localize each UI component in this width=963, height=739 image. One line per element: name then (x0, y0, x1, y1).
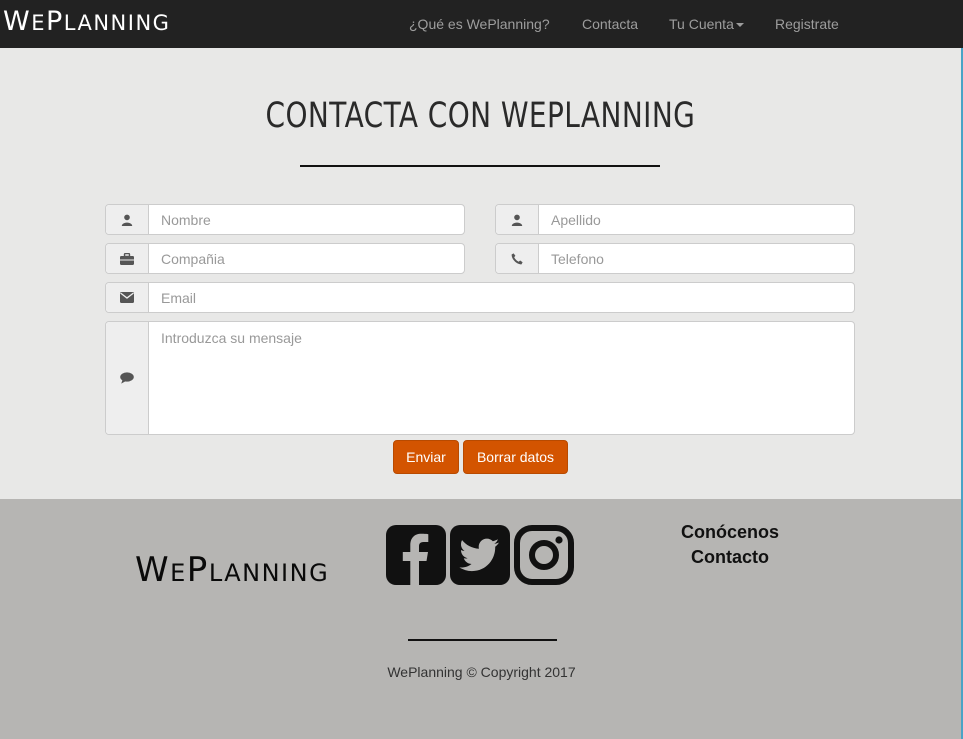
copyright-text: WePlanning © Copyright 2017 (387, 664, 576, 680)
send-button[interactable]: Enviar (393, 440, 459, 474)
nombre-input[interactable] (149, 205, 464, 234)
facebook-icon[interactable] (386, 525, 446, 585)
email-input[interactable] (149, 283, 854, 312)
comment-icon (106, 322, 149, 434)
clear-button[interactable]: Borrar datos (463, 440, 568, 474)
compania-input[interactable] (149, 244, 464, 273)
instagram-icon[interactable] (514, 525, 574, 585)
compania-field (105, 243, 465, 274)
navbar: WEPLANNING ¿Qué es WePlanning? Contacta … (0, 0, 963, 48)
twitter-icon[interactable] (450, 525, 510, 585)
mensaje-textarea[interactable] (149, 322, 854, 434)
apellido-input[interactable] (539, 205, 854, 234)
phone-icon (496, 244, 539, 273)
apellido-field (495, 204, 855, 235)
footer-link-conocenos[interactable]: Conócenos (660, 522, 800, 543)
footer-link-contacto[interactable]: Contacto (660, 547, 800, 568)
brand-letter: LANNING (63, 11, 171, 35)
mensaje-field (105, 321, 855, 435)
logo-letter: LANNING (208, 559, 330, 587)
page-title: CONTACTA CON WEPLANNING (265, 96, 696, 136)
caret-down-icon (735, 23, 744, 28)
nav-item-tu-cuenta-label: Tu Cuenta (669, 16, 734, 32)
brand-letter: E (31, 11, 46, 35)
telefono-input[interactable] (539, 244, 854, 273)
logo-letter: P (186, 550, 209, 590)
nav-item-contacta[interactable]: Contacta (582, 15, 638, 33)
title-divider (300, 165, 660, 167)
envelope-icon (106, 283, 149, 312)
footer-logo: WEPLANNING (135, 550, 329, 593)
nombre-field (105, 204, 465, 235)
brand-letter: W (3, 6, 32, 37)
logo-letter: W (135, 550, 171, 590)
telefono-field (495, 243, 855, 274)
brand-letter: P (45, 6, 64, 37)
nav-item-registrate[interactable]: Registrate (775, 15, 839, 33)
logo-letter: E (170, 559, 187, 587)
nav-item-tu-cuenta[interactable]: Tu Cuenta (669, 15, 744, 33)
user-icon (106, 205, 149, 234)
brand-logo[interactable]: WEPLANNING (3, 4, 170, 41)
user-icon (496, 205, 539, 234)
footer-divider (408, 639, 557, 641)
email-field (105, 282, 855, 313)
briefcase-icon (106, 244, 149, 273)
nav-item-que-es[interactable]: ¿Qué es WePlanning? (409, 15, 550, 33)
